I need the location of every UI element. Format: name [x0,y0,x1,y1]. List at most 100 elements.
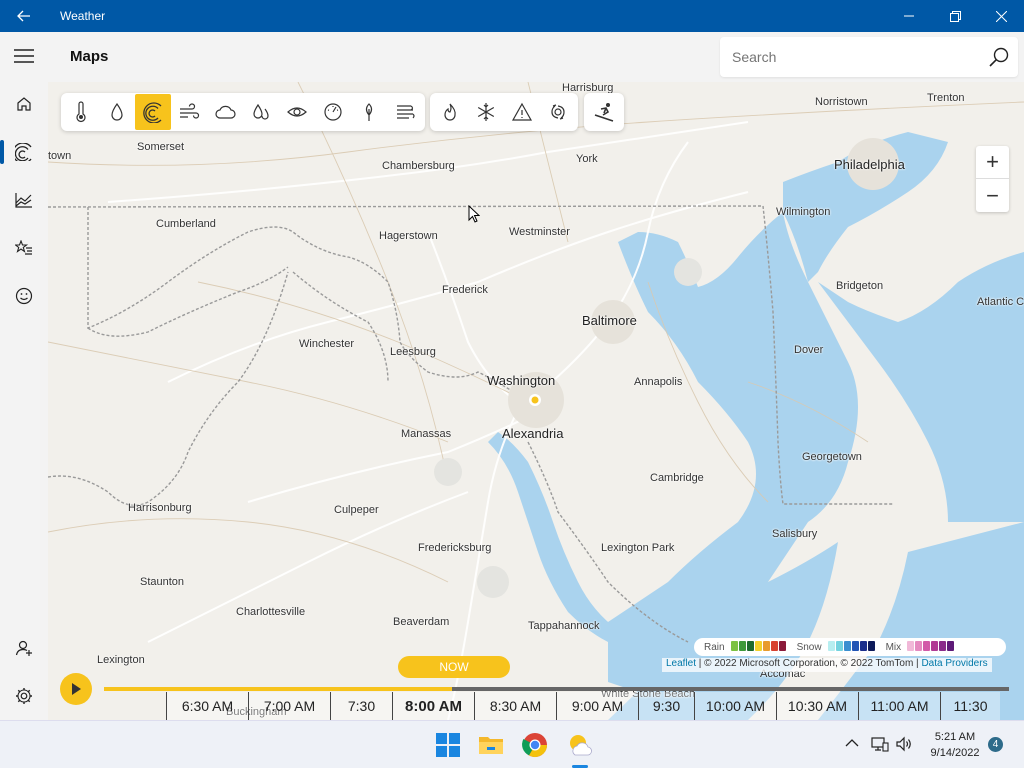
maps-icon[interactable] [0,132,48,172]
search-input[interactable] [720,37,980,77]
account-icon[interactable] [0,628,48,668]
now-marker[interactable]: NOW [398,656,510,678]
legend-snow-label: Snow [796,641,822,653]
city-label: Charlottesville [236,606,306,618]
windows-start-icon[interactable] [434,731,462,759]
city-label: Bridgeton [836,280,884,292]
city-label: Hagerstown [379,230,438,242]
timeline-track[interactable] [104,687,1009,691]
page-header: Maps [48,32,1024,82]
timeline-tick[interactable]: 11:00 AM [858,692,940,720]
play-button[interactable] [60,673,92,705]
timeline-tick[interactable]: 9:00 AM [556,692,638,720]
weather-app-icon[interactable] [566,731,594,759]
title-bar: Weather [0,0,1024,32]
feedback-icon[interactable] [0,276,48,316]
winter-icon[interactable] [468,94,504,130]
city-label: Cumberland [156,218,216,230]
nav-rail [0,32,48,720]
city-label: Cambridge [650,472,704,484]
snow-swatch [827,640,835,651]
favorites-icon[interactable] [0,228,48,268]
timeline-tick[interactable]: 10:00 AM [694,692,776,720]
timeline-tick[interactable]: 8:00 AM [392,692,474,720]
precipitation-icon[interactable] [99,94,135,130]
timeline-tick[interactable]: 7:30 [330,692,392,720]
legend-mix-label: Mix [885,641,902,653]
charts-icon[interactable] [0,180,48,220]
page-title: Maps [70,48,109,65]
humidity-icon[interactable] [243,94,279,130]
city-label: Baltimore [582,313,637,328]
rain-swatch [738,640,746,651]
temperature-icon[interactable] [63,94,99,130]
city-label: town [48,150,72,162]
clock[interactable]: 5:21 AM 9/14/2022 [920,729,990,761]
pollen-icon[interactable] [351,94,387,130]
clouds-icon[interactable] [207,94,243,130]
rain-swatch [762,640,770,651]
chrome-icon[interactable] [521,731,549,759]
city-label: Trenton [927,92,965,104]
city-label: Fredericksburg [418,542,492,554]
timeline-tick[interactable]: 8:30 AM [474,692,556,720]
zoom-out-button[interactable]: − [976,179,1009,212]
network-icon[interactable] [871,735,889,753]
city-label: Philadelphia [834,157,905,172]
legend-rain-label: Rain [704,641,725,653]
timeline-tick[interactable]: 11:30 [940,692,1000,720]
timeline-tick[interactable]: 7:00 AM [248,692,330,720]
chevron-up-icon[interactable] [845,738,859,748]
timeline-tick[interactable]: 6:30 AM [166,692,248,720]
mix-swatch [915,640,923,651]
city-label: Harrisonburg [128,502,192,514]
severe-weather-icon[interactable] [504,94,540,130]
wind-icon[interactable] [171,94,207,130]
home-icon[interactable] [0,84,48,124]
city-label: Chambersburg [382,160,455,172]
city-label: Leesburg [390,346,436,358]
file-explorer-icon[interactable] [477,731,505,759]
city-label: Winchester [299,338,355,350]
close-icon[interactable] [978,0,1024,32]
city-label: Salisbury [772,528,818,540]
menu-icon[interactable] [0,36,48,76]
ski-icon[interactable] [586,94,622,130]
clock-time: 5:21 AM [934,731,976,743]
precipitation-legend: Rain Snow Mix [694,638,1006,656]
timeline-tick[interactable]: 10:30 AM [776,692,858,720]
rain-swatch [730,640,738,651]
snow-swatch [851,640,859,651]
city-label: Georgetown [802,451,862,463]
city-label: Frederick [442,284,488,296]
pressure-icon[interactable] [315,94,351,130]
snow-swatch [867,640,875,651]
visibility-icon[interactable] [279,94,315,130]
timeline-ticks: 6:30 AM 7:00 AM 7:30 8:00 AM 8:30 AM 9:00 AM 9… [166,692,1000,720]
hurricane-icon[interactable] [540,94,576,130]
settings-icon[interactable] [0,676,48,716]
city-label: Dover [794,344,824,356]
mix-swatch [947,640,955,651]
volume-icon[interactable] [895,735,913,753]
zoom-in-button[interactable]: + [976,146,1009,179]
city-label: Lexington Park [601,542,675,554]
city-label: Norristown [815,96,868,108]
maximize-icon[interactable] [932,0,978,32]
timeline: NOW 6:30 AM 7:00 AM 7:30 8:00 AM 8:30 AM 9:00… [48,656,1024,720]
city-label: Manassas [401,428,452,440]
search-icon[interactable] [988,46,1010,68]
radar-icon[interactable] [135,94,171,130]
timeline-tick[interactable]: 9:30 [638,692,694,720]
air-quality-icon[interactable] [387,94,423,130]
weather-map[interactable]: Harrisburg Norristown Trenton Somerset t… [48,82,1024,720]
fire-icon[interactable] [432,94,468,130]
sports-toolbar [584,93,624,131]
city-label: Atlantic C [977,296,1024,308]
city-label: York [576,153,598,165]
rain-swatch [746,640,754,651]
window-title: Weather [60,9,106,23]
notification-badge[interactable]: 4 [988,737,1003,752]
back-arrow-icon[interactable] [0,0,48,32]
minimize-icon[interactable] [886,0,932,32]
